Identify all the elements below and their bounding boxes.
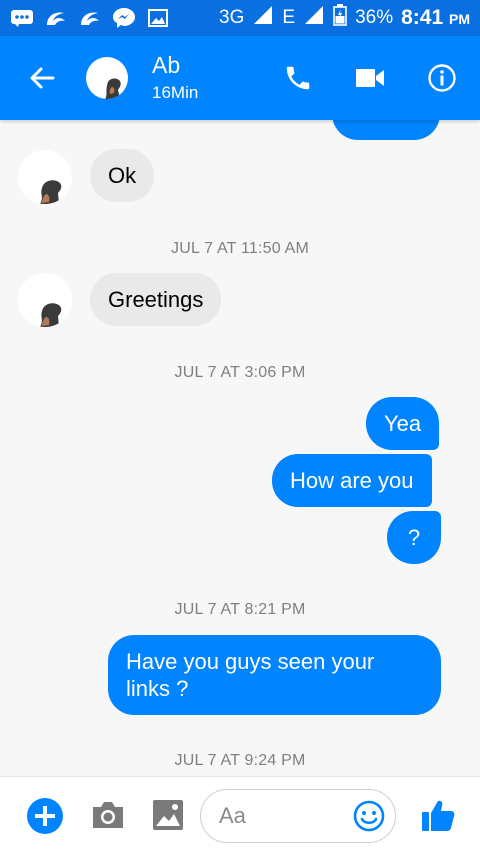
message-incoming[interactable]: Greetings [90,273,222,326]
messenger-icon [112,8,136,28]
message-outgoing[interactable]: How are you [272,454,432,507]
uc-icon [44,8,68,28]
message-outgoing[interactable]: Yea [366,397,440,450]
video-call-button[interactable] [350,58,390,98]
composer-bar [0,776,480,855]
message-outgoing[interactable]: Have you guys seen your links ? [108,635,441,715]
notification-icon [10,8,34,28]
message-input[interactable] [217,802,351,830]
camera-icon [93,802,123,828]
back-button[interactable] [22,58,62,98]
timestamp: JUL 7 AT 9:24 PM [174,752,306,769]
gallery-icon [153,800,183,830]
call-button[interactable] [278,58,318,98]
video-icon [356,69,384,87]
signal-icon [252,5,274,31]
emoji-icon [353,800,385,832]
gallery-button[interactable] [152,799,184,831]
phone-icon [286,66,310,90]
camera-button[interactable] [90,799,126,831]
like-button[interactable] [420,797,456,833]
active-status: 16Min [152,83,199,102]
message-list[interactable]: thanks Ok JUL 7 AT 11:50 AM Greetings JU… [0,120,480,776]
message-outgoing[interactable]: thanks [332,120,440,140]
battery-icon [333,4,347,32]
avatar[interactable] [18,273,72,327]
uc-icon-2 [78,8,102,28]
battery-percent: 36% [355,7,394,28]
image-icon [146,8,170,28]
timestamp: JUL 7 AT 11:50 AM [171,240,309,257]
signal-icon [303,5,325,31]
more-button[interactable] [26,797,64,835]
message-outgoing[interactable]: ? [387,511,441,564]
conversation-header: Ab 16Min [0,36,480,120]
status-bar: 3G E 36% 8:41 PM [0,0,480,36]
clock: 8:41 PM [401,6,470,29]
message-input-box[interactable] [200,789,396,843]
timestamp: JUL 7 AT 3:06 PM [174,364,306,381]
thumbs-up-icon [422,800,455,831]
timestamp: JUL 7 AT 8:21 PM [174,601,306,618]
back-arrow-icon [30,67,55,89]
message-incoming[interactable]: Ok [90,149,155,202]
contact-name[interactable]: Ab [152,52,198,78]
info-button[interactable] [422,58,462,98]
avatar[interactable] [18,150,72,204]
network-label: 3G [219,7,245,28]
info-icon [428,64,456,92]
network-label-2: E [282,7,296,28]
plus-icon [27,798,63,834]
emoji-button[interactable] [353,800,385,832]
contact-avatar[interactable] [86,57,128,99]
